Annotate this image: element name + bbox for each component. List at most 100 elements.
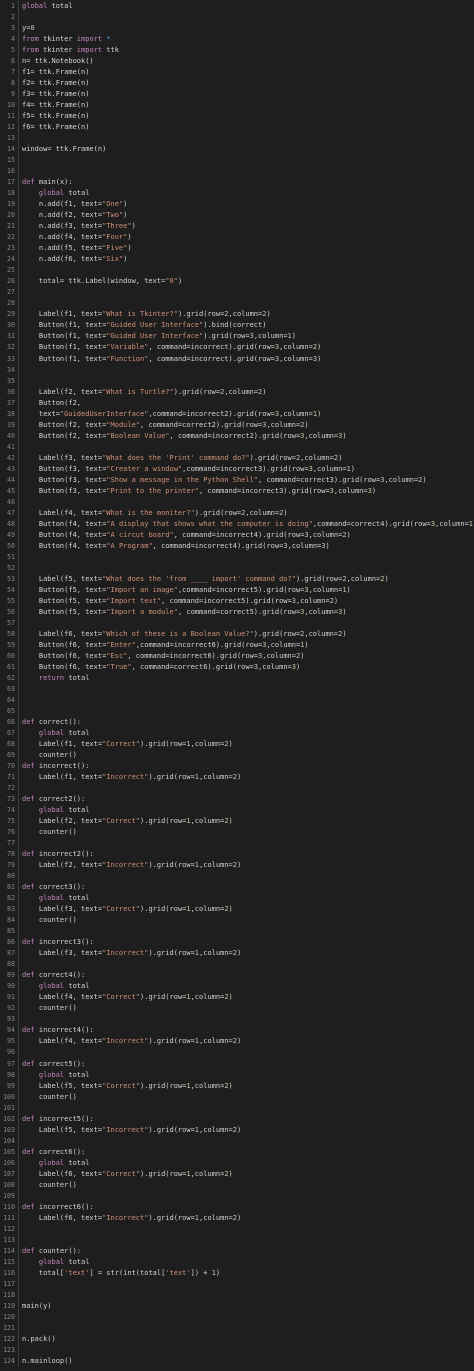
code-line[interactable]: 47 Label(f4, text="What is the moniter?"… bbox=[0, 507, 474, 519]
code-line[interactable]: 102 def incorrect5(): bbox=[0, 1113, 474, 1125]
code-text[interactable]: Button(f4, text="A display that shows wh… bbox=[19, 519, 474, 530]
code-line[interactable]: 45 Button(f3, text="Print to the printer… bbox=[0, 485, 474, 497]
code-text[interactable]: n.add(f1, text="One") bbox=[19, 199, 128, 210]
code-line[interactable]: 33 Button(f1, text="Function", command=i… bbox=[0, 353, 474, 365]
code-line[interactable]: 86 def incorrect3(): bbox=[0, 937, 474, 949]
code-line[interactable]: 25 bbox=[0, 265, 474, 277]
code-text[interactable]: Button(f3, text="Creater a window",comma… bbox=[19, 464, 355, 475]
code-text[interactable]: n.add(f2, text="Two") bbox=[19, 210, 128, 221]
code-text[interactable]: n.add(f6, text="Six") bbox=[19, 254, 128, 265]
code-line[interactable]: 74 global total bbox=[0, 805, 474, 817]
code-text[interactable]: Button(f5, text="Import text", command=i… bbox=[19, 596, 338, 607]
code-line[interactable]: 82 global total bbox=[0, 893, 474, 905]
code-text[interactable]: Label(f4, text="Incorrect").grid(row=1,c… bbox=[19, 1036, 241, 1047]
code-text[interactable]: f3= ttk.Frame(n) bbox=[19, 89, 89, 100]
code-line[interactable]: 64 bbox=[0, 694, 474, 706]
code-line[interactable]: 95 Label(f4, text="Incorrect").grid(row=… bbox=[0, 1036, 474, 1048]
code-text[interactable]: Label(f1, text="Incorrect").grid(row=1,c… bbox=[19, 772, 241, 783]
code-line[interactable]: 67 global total bbox=[0, 728, 474, 740]
code-text[interactable]: counter() bbox=[19, 1092, 77, 1103]
code-line[interactable]: 118 bbox=[0, 1289, 474, 1301]
code-text[interactable]: def incorrect2(): bbox=[19, 849, 94, 860]
code-text[interactable]: Label(f2, text="Incorrect").grid(row=1,c… bbox=[19, 860, 241, 871]
code-line[interactable]: 121 bbox=[0, 1322, 474, 1334]
code-line[interactable]: 18 global total bbox=[0, 188, 474, 200]
code-text[interactable]: Label(f5, text="Correct").grid(row=1,col… bbox=[19, 1081, 233, 1092]
code-line[interactable]: 57 bbox=[0, 617, 474, 629]
code-line[interactable]: 98 global total bbox=[0, 1069, 474, 1081]
code-line[interactable]: 46 bbox=[0, 496, 474, 508]
code-line[interactable]: 26 total= ttk.Label(window, text="0") bbox=[0, 276, 474, 288]
code-text[interactable]: def counter(): bbox=[19, 1246, 81, 1257]
code-text[interactable]: Button(f5, text="Import a module", comma… bbox=[19, 607, 347, 618]
code-line[interactable]: 9 f3= ttk.Frame(n) bbox=[0, 89, 474, 101]
code-line[interactable]: 117 bbox=[0, 1278, 474, 1290]
code-line[interactable]: 59 Button(f6, text="Enter",command=incor… bbox=[0, 639, 474, 651]
code-line[interactable]: 91 Label(f4, text="Correct").grid(row=1,… bbox=[0, 992, 474, 1004]
code-line[interactable]: 42 Label(f3, text="What does the 'Print'… bbox=[0, 452, 474, 464]
code-line[interactable]: 108 counter() bbox=[0, 1179, 474, 1191]
code-line[interactable]: 16 bbox=[0, 166, 474, 178]
code-line[interactable]: 35 bbox=[0, 375, 474, 387]
code-line[interactable]: 62 return total bbox=[0, 672, 474, 684]
code-line[interactable]: 101 bbox=[0, 1102, 474, 1114]
code-line[interactable]: 75 Label(f2, text="Correct").grid(row=1,… bbox=[0, 816, 474, 828]
code-text[interactable]: def incorrect6(): bbox=[19, 1202, 94, 1213]
code-line[interactable]: 37 Button(f2, bbox=[0, 397, 474, 409]
code-text[interactable]: Button(f4, text="A Program", command=inc… bbox=[19, 541, 330, 552]
code-line[interactable]: 113 bbox=[0, 1234, 474, 1246]
code-text[interactable]: def incorrect3(): bbox=[19, 937, 94, 948]
code-text[interactable]: text="GuidedUserInterface",command=incor… bbox=[19, 409, 321, 420]
code-line[interactable]: 48 Button(f4, text="A display that shows… bbox=[0, 518, 474, 530]
code-text[interactable]: from tkinter import ttk bbox=[19, 45, 119, 56]
code-text[interactable]: def main(x): bbox=[19, 177, 73, 188]
code-text[interactable]: Button(f6, text="True", command=correct6… bbox=[19, 662, 300, 673]
code-line[interactable]: 17 def main(x): bbox=[0, 177, 474, 189]
code-text[interactable]: global total bbox=[19, 805, 90, 816]
code-line[interactable]: 13 bbox=[0, 133, 474, 145]
code-text[interactable]: n.add(f5, text="Five") bbox=[19, 243, 132, 254]
code-text[interactable]: def incorrect(): bbox=[19, 761, 89, 772]
code-text[interactable]: def correct3(): bbox=[19, 882, 85, 893]
code-text[interactable]: counter() bbox=[19, 1180, 77, 1191]
code-line[interactable]: 36 Label(f2, text="What is Turtle?").gri… bbox=[0, 386, 474, 398]
code-text[interactable]: from tkinter import * bbox=[19, 34, 111, 45]
code-text[interactable]: n.mainloop() bbox=[19, 1356, 73, 1367]
code-text[interactable]: f4= ttk.Frame(n) bbox=[19, 100, 89, 111]
code-text[interactable]: Button(f2, text="Module", command=correc… bbox=[19, 420, 309, 431]
code-line[interactable]: 21 n.add(f3, text="Three") bbox=[0, 221, 474, 233]
code-line[interactable]: 77 bbox=[0, 838, 474, 850]
code-line[interactable]: 14 window= ttk.Frame(n) bbox=[0, 144, 474, 156]
code-line[interactable]: 103 Label(f5, text="Incorrect").grid(row… bbox=[0, 1124, 474, 1136]
code-line[interactable]: 7 f1= ttk.Frame(n) bbox=[0, 67, 474, 79]
code-line[interactable]: 19 n.add(f1, text="One") bbox=[0, 199, 474, 211]
code-text[interactable]: global total bbox=[19, 728, 90, 739]
code-text[interactable]: def correct5(): bbox=[19, 1059, 85, 1070]
code-line[interactable]: 104 bbox=[0, 1135, 474, 1147]
code-line[interactable]: 43 Button(f3, text="Creater a window",co… bbox=[0, 463, 474, 475]
code-line[interactable]: 10 f4= ttk.Frame(n) bbox=[0, 100, 474, 112]
code-text[interactable]: f5= ttk.Frame(n) bbox=[19, 111, 89, 122]
code-line[interactable]: 28 bbox=[0, 298, 474, 310]
code-line[interactable]: 2 bbox=[0, 12, 474, 24]
code-line[interactable]: 38 text="GuidedUserInterface",command=in… bbox=[0, 408, 474, 420]
code-line[interactable]: 114 def counter(): bbox=[0, 1245, 474, 1257]
code-line[interactable]: 72 bbox=[0, 783, 474, 795]
code-line[interactable]: 92 counter() bbox=[0, 1003, 474, 1015]
code-line[interactable]: 120 bbox=[0, 1311, 474, 1323]
code-line[interactable]: 79 Label(f2, text="Incorrect").grid(row=… bbox=[0, 860, 474, 872]
code-text[interactable]: global total bbox=[19, 893, 90, 904]
code-line[interactable]: 1 global total bbox=[0, 1, 474, 13]
code-text[interactable]: Label(f3, text="What does the 'Print' co… bbox=[19, 453, 342, 464]
code-text[interactable]: Label(f4, text="What is the moniter?").g… bbox=[19, 508, 288, 519]
code-line[interactable]: 124 n.mainloop() bbox=[0, 1355, 474, 1367]
code-line[interactable]: 78 def incorrect2(): bbox=[0, 849, 474, 861]
code-line[interactable]: 100 counter() bbox=[0, 1091, 474, 1103]
code-line[interactable]: 83 Label(f3, text="Correct").grid(row=1,… bbox=[0, 904, 474, 916]
code-line[interactable]: 90 global total bbox=[0, 981, 474, 993]
code-line[interactable]: 20 n.add(f2, text="Two") bbox=[0, 210, 474, 222]
code-text[interactable]: n.add(f3, text="Three") bbox=[19, 221, 136, 232]
code-text[interactable]: Button(f2, text="Boolean Value", command… bbox=[19, 431, 347, 442]
code-text[interactable]: global total bbox=[19, 188, 90, 199]
code-line[interactable]: 41 bbox=[0, 441, 474, 453]
